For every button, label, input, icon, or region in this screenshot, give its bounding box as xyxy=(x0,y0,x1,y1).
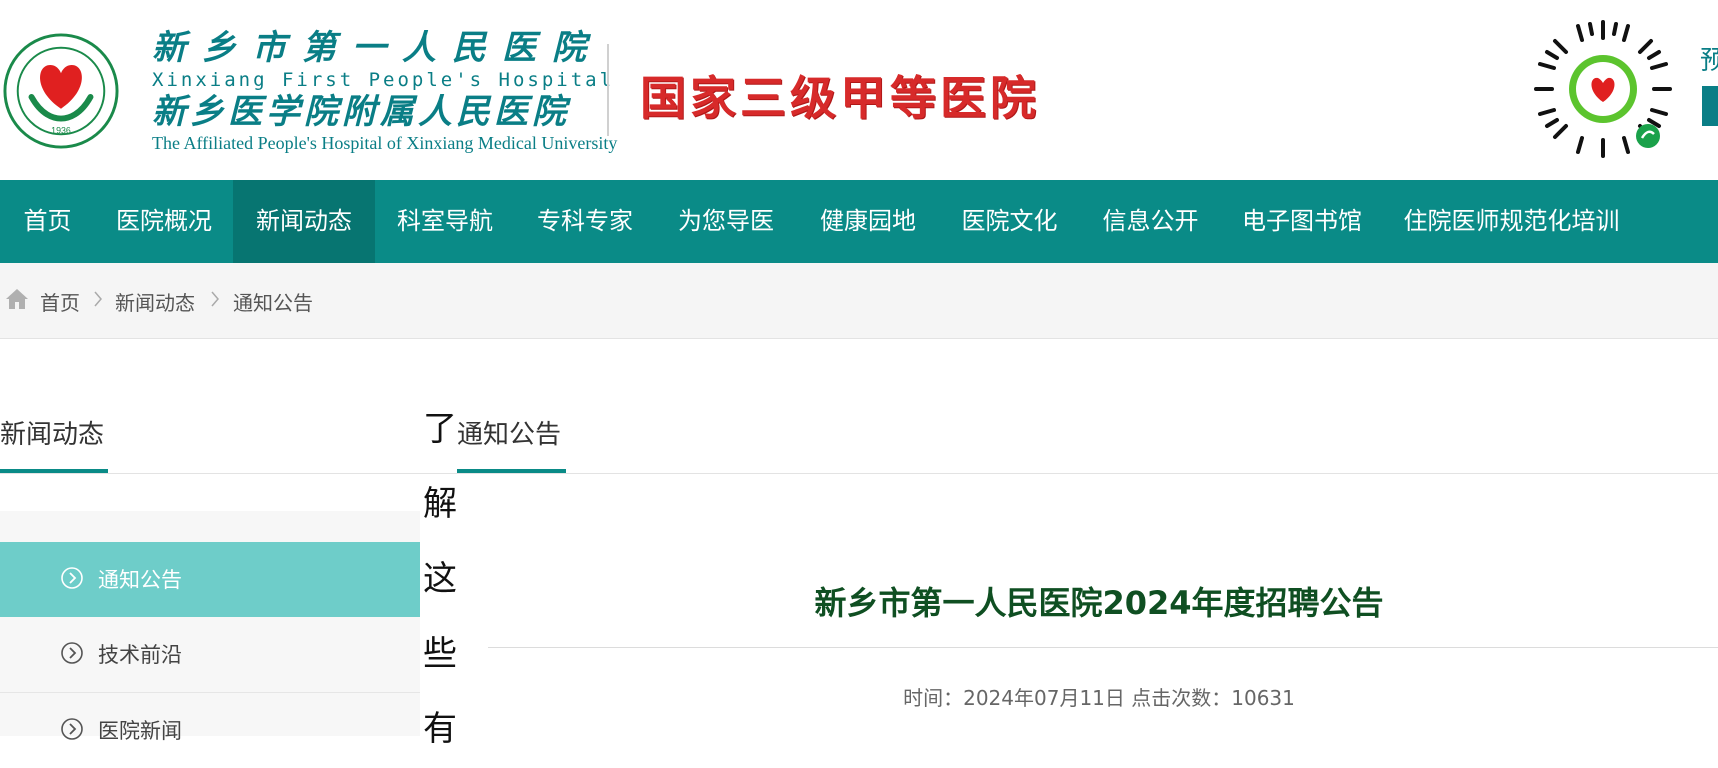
breadcrumb-news[interactable]: 新闻动态 xyxy=(115,287,195,316)
breadcrumb: 首页 新闻动态 通知公告 xyxy=(0,263,1718,339)
article-meta: 时间：2024年07月11日 点击次数：10631 xyxy=(903,686,1295,710)
header-right-button[interactable] xyxy=(1702,86,1718,126)
chevron-circle-icon xyxy=(61,718,83,740)
nav-item-health-garden[interactable]: 健康园地 xyxy=(797,180,939,263)
hospital-logo[interactable]: 1936 xyxy=(2,32,120,150)
mini-program-qr-code xyxy=(1534,20,1672,158)
article-title: 新乡市第一人民医院2024年度招聘公告 xyxy=(814,584,1384,622)
sidebar-item-notices[interactable]: 通知公告 xyxy=(0,542,420,617)
sidebar-item-label: 通知公告 xyxy=(98,568,182,592)
chevron-circle-icon xyxy=(61,642,83,664)
home-icon[interactable] xyxy=(5,288,29,310)
header-divider xyxy=(607,44,609,136)
main-nav: 首页 医院概况 新闻动态 科室导航 专科专家 为您导医 健康园地 医院文化 信息… xyxy=(0,180,1718,263)
sidebar-item-hospital-news[interactable]: 医院新闻 xyxy=(0,693,420,768)
nav-item-hospital-overview[interactable]: 医院概况 xyxy=(95,180,233,263)
chevron-right-icon xyxy=(94,291,102,307)
site-header: 1936 新乡市第一人民医院 Xinxiang First People's H… xyxy=(0,0,1718,180)
nav-item-residency-training[interactable]: 住院医师规范化培训 xyxy=(1383,180,1640,263)
sidebar-item-label: 医院新闻 xyxy=(98,719,182,743)
vertical-char: 了 xyxy=(423,409,457,449)
nav-item-department-guide[interactable]: 科室导航 xyxy=(375,180,515,263)
sidebar-title: 新闻动态 xyxy=(0,420,105,450)
vertical-overlay-text: 了 解 这 些 有 xyxy=(420,392,460,767)
vertical-char: 有 xyxy=(423,709,457,749)
breadcrumb-current: 通知公告 xyxy=(233,291,313,315)
vertical-char: 这 xyxy=(423,559,457,599)
hospital-name-cn: 新乡市第一人民医院 xyxy=(152,28,602,68)
sidebar-menu: 通知公告 技术前沿 医院新闻 xyxy=(0,511,420,743)
sidebar-item-label: 技术前沿 xyxy=(98,643,182,667)
nav-item-patient-guide[interactable]: 为您导医 xyxy=(655,180,797,263)
vertical-char: 些 xyxy=(423,634,457,674)
sidebar-item-tech-frontier[interactable]: 技术前沿 xyxy=(0,617,420,692)
affiliated-name-cn: 新乡医学院附属人民医院 xyxy=(152,92,570,132)
nav-item-news[interactable]: 新闻动态 xyxy=(233,180,375,263)
chevron-circle-icon xyxy=(61,567,83,589)
hospital-name-en: Xinxiang First People's Hospital xyxy=(152,69,615,91)
header-right-text[interactable]: 预 xyxy=(1700,40,1718,77)
hospital-slogan: 国家三级甲等医院 xyxy=(640,71,1040,125)
content-section-title: 通知公告 xyxy=(457,420,562,450)
section-divider xyxy=(0,473,1718,474)
logo-year: 1936 xyxy=(51,125,71,135)
article-divider xyxy=(488,647,1718,648)
nav-item-specialists[interactable]: 专科专家 xyxy=(515,180,655,263)
nav-item-e-library[interactable]: 电子图书馆 xyxy=(1221,180,1383,263)
chevron-right-icon xyxy=(211,291,219,307)
nav-item-home[interactable]: 首页 xyxy=(0,180,95,263)
hospital-name-block: 新乡市第一人民医院 Xinxiang First People's Hospit… xyxy=(152,28,618,154)
nav-item-information-disclosure[interactable]: 信息公开 xyxy=(1080,180,1221,263)
affiliated-name-en: The Affiliated People's Hospital of Xinx… xyxy=(152,133,618,153)
vertical-char: 解 xyxy=(423,484,457,524)
breadcrumb-home[interactable]: 首页 xyxy=(40,287,80,316)
nav-item-hospital-culture[interactable]: 医院文化 xyxy=(939,180,1080,263)
